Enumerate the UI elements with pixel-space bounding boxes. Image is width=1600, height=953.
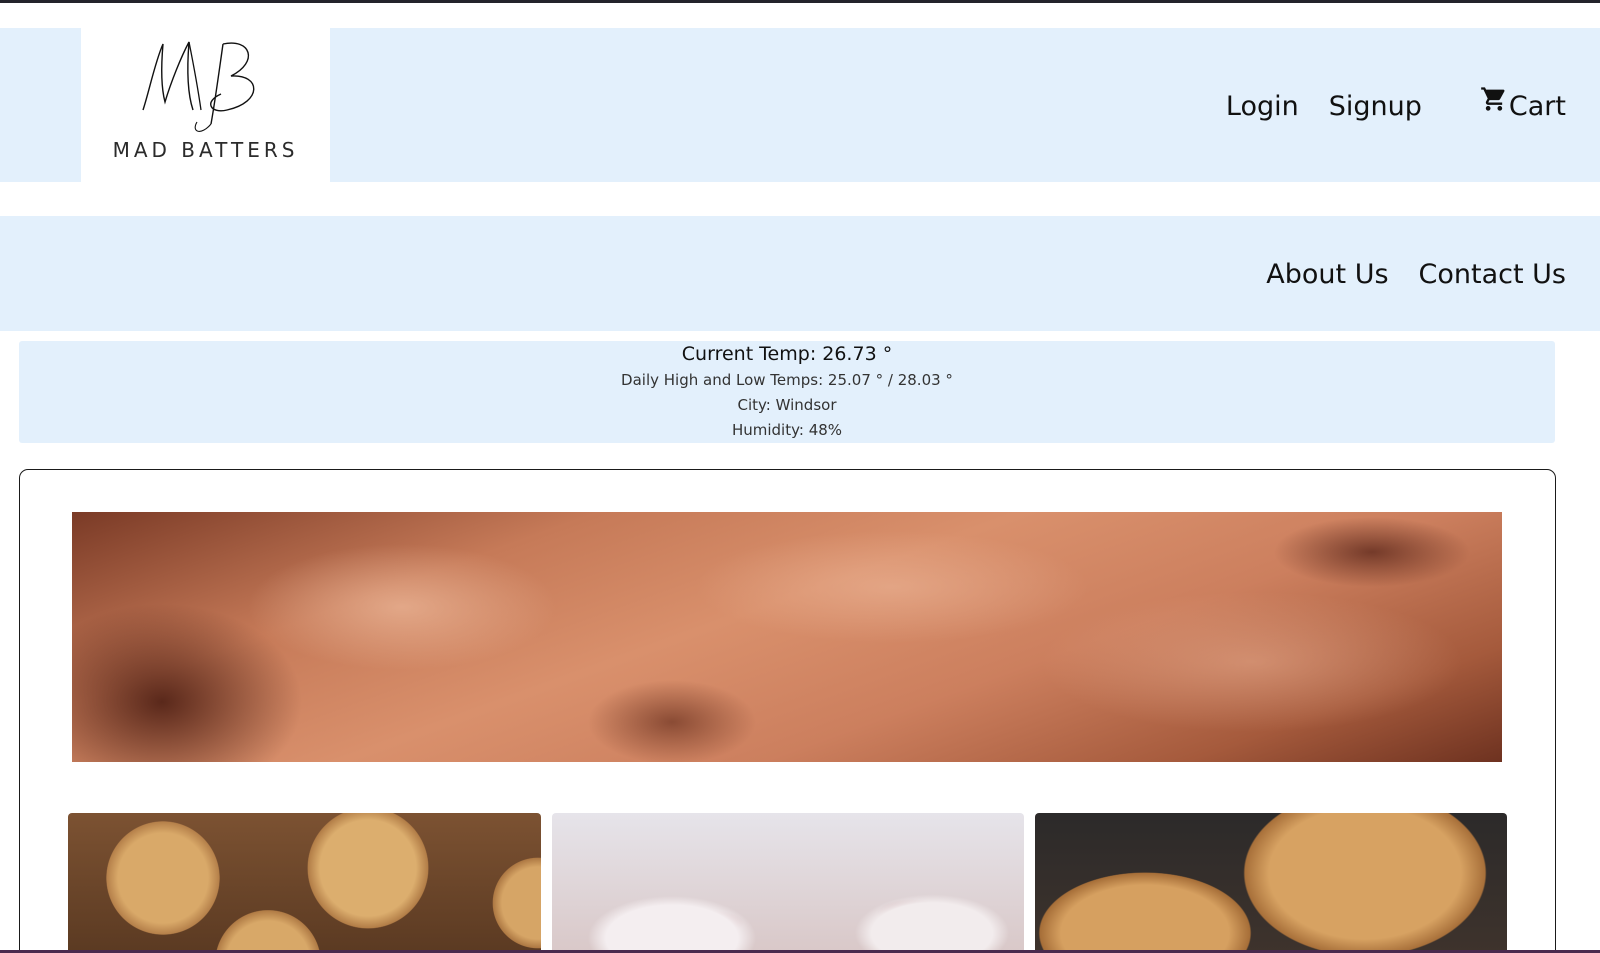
monogram-logo-mark xyxy=(142,41,255,132)
weather-humidity: Humidity: 48% xyxy=(731,421,843,439)
about-us-link[interactable]: About Us xyxy=(1266,259,1388,290)
brand-logo[interactable]: MAD BATTERS xyxy=(81,28,330,216)
main-nav: About Us Contact Us xyxy=(1266,254,1566,294)
signup-link[interactable]: Signup xyxy=(1329,91,1422,122)
weather-city: City: Windsor xyxy=(737,396,837,414)
top-rule xyxy=(0,0,1600,3)
account-links: Login Signup Cart xyxy=(1226,86,1566,126)
daily-high-low: Daily High and Low Temps: 25.07 ° / 28.0… xyxy=(621,371,953,389)
weather-widget: Current Temp: 26.73 ° Daily High and Low… xyxy=(19,341,1555,443)
cart-link[interactable]: Cart xyxy=(1480,86,1566,122)
brand-name: MAD BATTERS xyxy=(112,138,299,162)
cart-icon xyxy=(1481,86,1505,111)
product-tile-cupcakes-image[interactable] xyxy=(552,813,1024,953)
page: MAD BATTERS Login Signup Cart About Us C… xyxy=(0,0,1600,953)
current-temp: Current Temp: 26.73 ° xyxy=(681,343,893,365)
contact-us-link[interactable]: Contact Us xyxy=(1419,259,1566,290)
hero-brownie-image xyxy=(72,512,1502,762)
product-tile-pies-image[interactable] xyxy=(1035,813,1507,953)
product-tile-cookies-image[interactable] xyxy=(68,813,541,953)
login-link[interactable]: Login xyxy=(1226,91,1299,122)
cart-label: Cart xyxy=(1508,90,1566,122)
